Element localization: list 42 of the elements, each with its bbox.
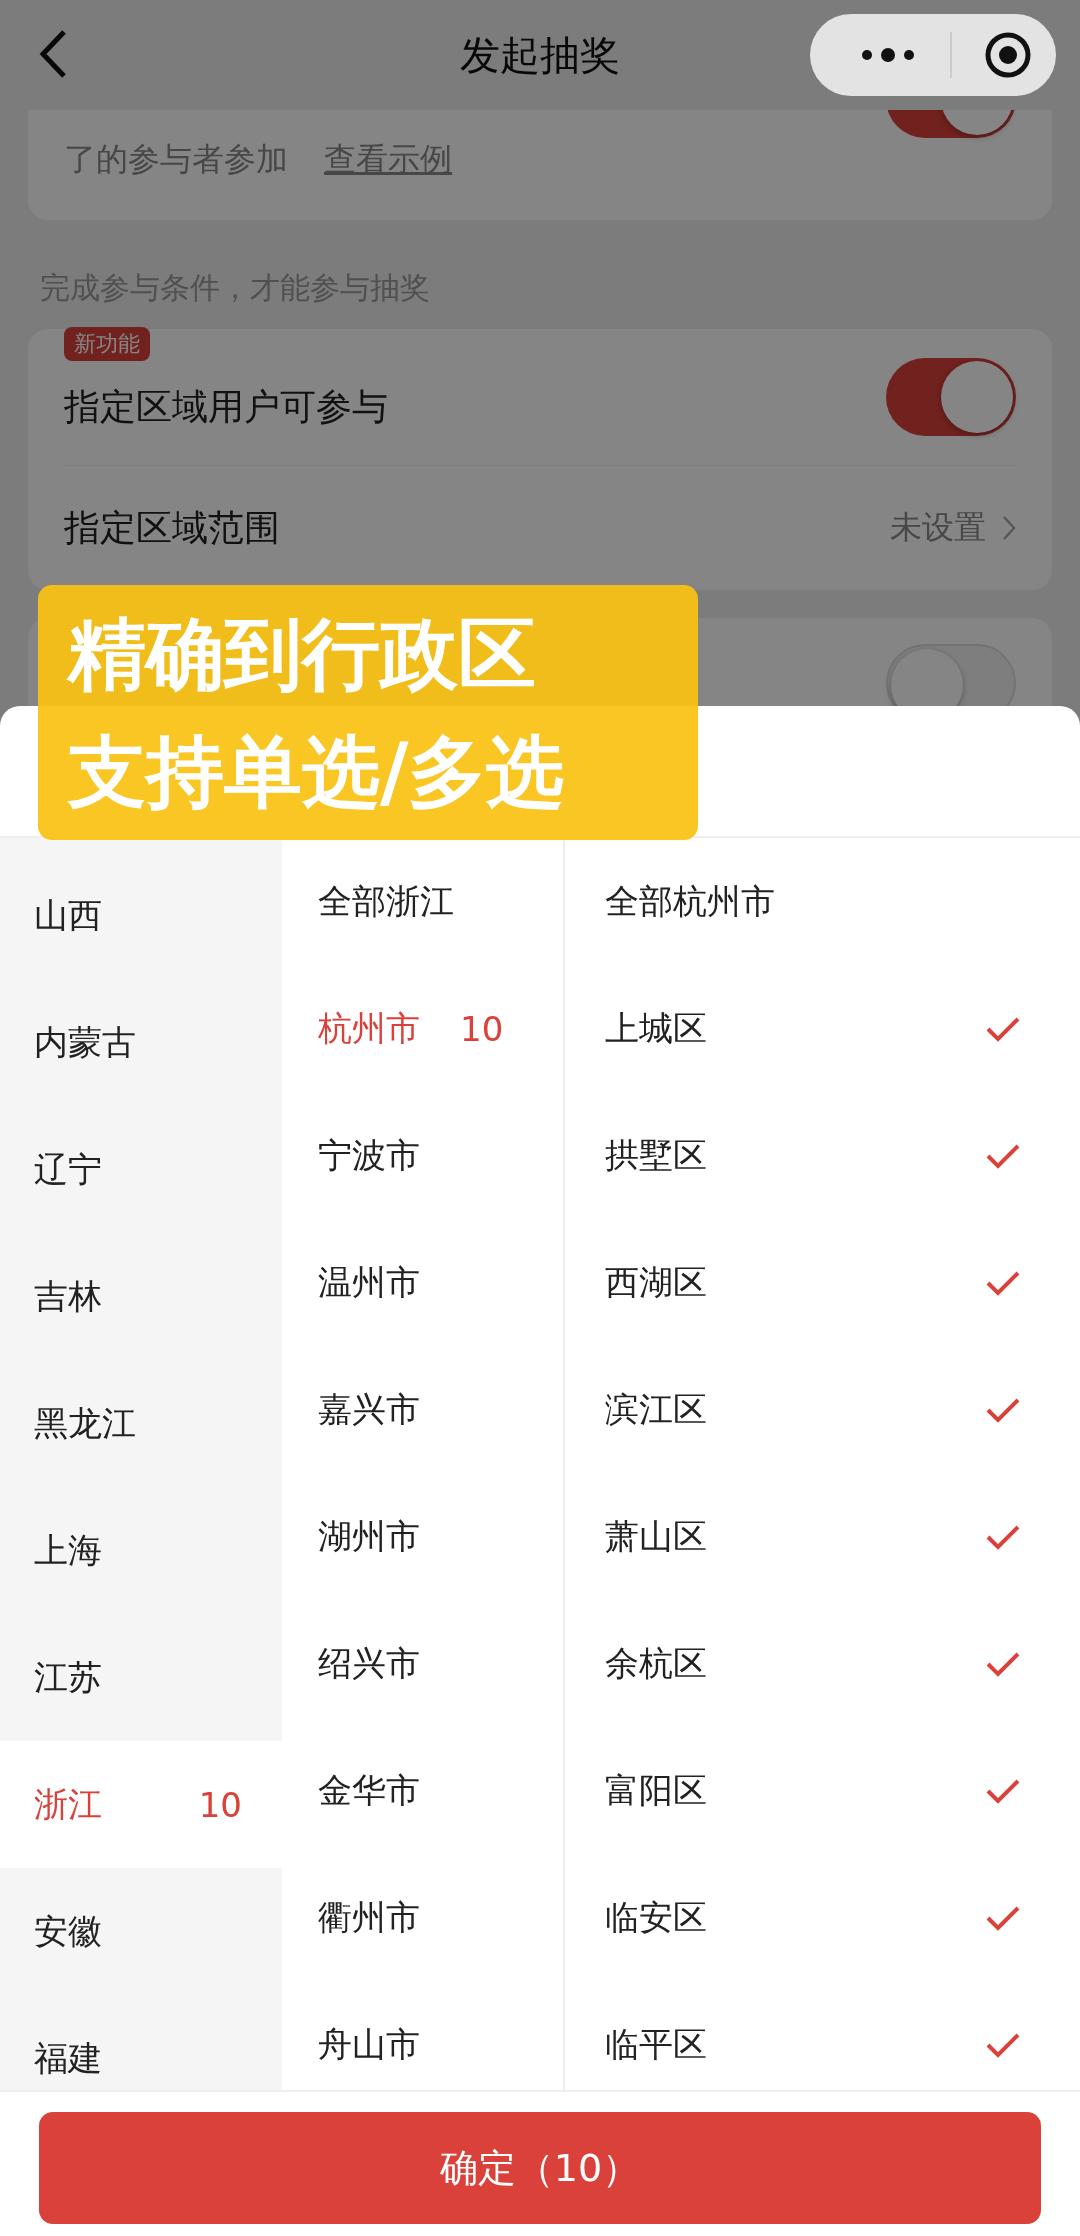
district-item[interactable]: 余杭区	[565, 1600, 1080, 1727]
province-item[interactable]: 山西	[0, 852, 282, 979]
province-item[interactable]: 浙江 10	[0, 1741, 282, 1868]
province-item[interactable]: 安徽	[0, 1868, 282, 1995]
city-item[interactable]: 衢州市	[282, 1854, 563, 1981]
province-item[interactable]: 辽宁	[0, 1106, 282, 1233]
close-icon[interactable]	[984, 31, 1032, 79]
province-item[interactable]: 福建	[0, 1995, 282, 2090]
page-title: 发起抽奖	[460, 30, 620, 80]
confirm-button[interactable]: 确定（10）	[39, 2112, 1041, 2224]
district-item[interactable]: 滨江区	[565, 1346, 1080, 1473]
district-item[interactable]: 临安区	[565, 1854, 1080, 1981]
province-item[interactable]: 吉林	[0, 1233, 282, 1360]
province-item[interactable]: 黑龙江	[0, 1360, 282, 1487]
city-item[interactable]: 杭州市 10	[282, 965, 563, 1092]
district-item[interactable]: 拱墅区	[565, 1092, 1080, 1219]
city-item[interactable]: 嘉兴市	[282, 1346, 563, 1473]
row-label: 指定区域用户可参与	[64, 384, 388, 429]
province-item[interactable]: 江苏	[0, 1614, 282, 1741]
city-item[interactable]: 金华市	[282, 1727, 563, 1854]
row-label: 指定区域范围	[64, 505, 280, 550]
back-icon[interactable]	[38, 28, 68, 80]
district-item[interactable]: 上城区	[565, 965, 1080, 1092]
province-item[interactable]: 上海	[0, 1487, 282, 1614]
district-item[interactable]: 临平区	[565, 1981, 1080, 2090]
city-item[interactable]: 温州市	[282, 1219, 563, 1346]
district-item[interactable]: 萧山区	[565, 1473, 1080, 1600]
card-text: 了的参与者参加	[64, 139, 288, 180]
city-item[interactable]: 全部浙江	[282, 838, 563, 965]
city-item[interactable]: 绍兴市	[282, 1600, 563, 1727]
caption-text: 支持单选/多选	[68, 725, 566, 819]
city-item[interactable]: 湖州市	[282, 1473, 563, 1600]
chevron-icon	[1002, 515, 1016, 541]
caption-text: 精确到行政区	[68, 607, 537, 701]
city-item[interactable]: 舟山市	[282, 1981, 563, 2090]
district-item[interactable]: 西湖区	[565, 1219, 1080, 1346]
district-item[interactable]: 富阳区	[565, 1727, 1080, 1854]
new-badge: 新功能	[64, 327, 150, 361]
city-item[interactable]: 宁波市	[282, 1092, 563, 1219]
more-icon[interactable]	[860, 48, 916, 62]
district-item[interactable]: 全部杭州市	[565, 838, 1080, 965]
province-item[interactable]: 内蒙古	[0, 979, 282, 1106]
